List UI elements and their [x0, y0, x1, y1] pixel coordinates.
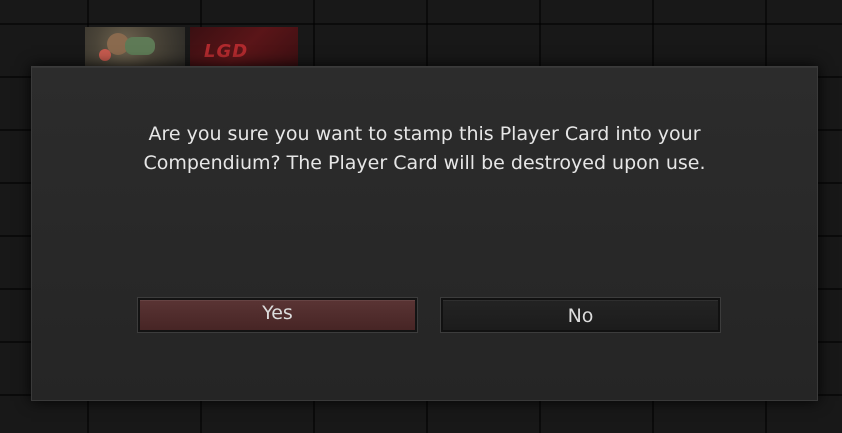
- hero-card-thumbnail[interactable]: [85, 27, 185, 71]
- yes-button[interactable]: Yes: [138, 298, 417, 332]
- dialog-message: Are you sure you want to stamp this Play…: [32, 120, 817, 178]
- hero-art-shape: [125, 37, 155, 55]
- no-button-label: No: [567, 305, 594, 327]
- team-card-thumbnail[interactable]: LGD: [190, 27, 298, 71]
- no-button[interactable]: No: [441, 298, 720, 332]
- confirm-dialog: Are you sure you want to stamp this Play…: [31, 66, 818, 401]
- dialog-message-line-2: Compendium? The Player Card will be dest…: [143, 152, 706, 174]
- team-logo: LGD: [204, 41, 249, 62]
- dialog-message-line-1: Are you sure you want to stamp this Play…: [148, 123, 701, 145]
- yes-button-label: Yes: [262, 302, 293, 324]
- hero-art-shape: [99, 49, 111, 61]
